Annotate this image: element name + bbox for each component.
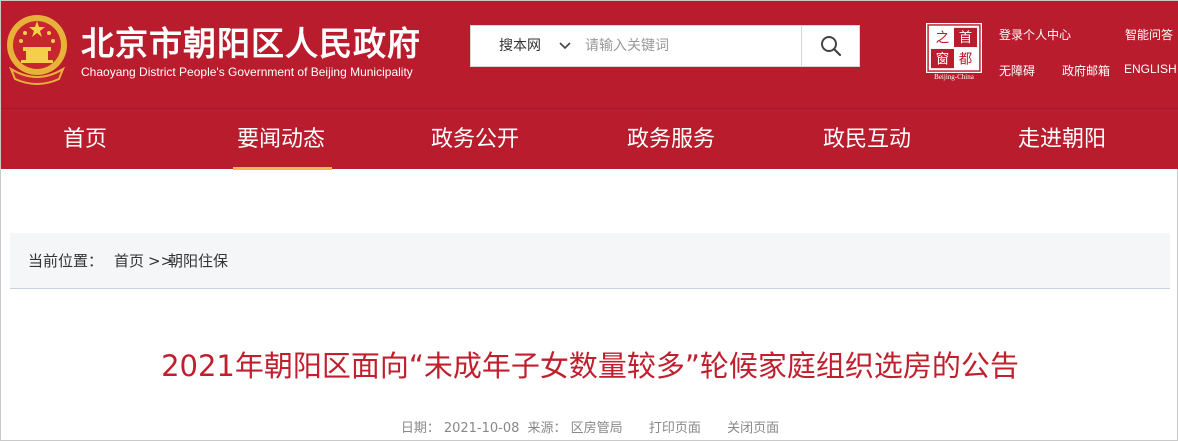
smart-qa-link[interactable]: 智能问答 — [1125, 26, 1173, 43]
main-nav: 首页 要闻动态 政务公开 政务服务 政民互动 走进朝阳 — [1, 108, 1178, 169]
capital-char-4: 窗 — [936, 50, 949, 67]
article-date: 2021-10-08 — [443, 421, 520, 436]
accessibility-link[interactable]: 无障碍 — [999, 62, 1035, 79]
site-subtitle: Chaoyang District People's Government of… — [81, 65, 413, 79]
english-link[interactable]: ENGLISH — [1124, 62, 1177, 76]
search-button[interactable] — [801, 26, 859, 66]
date-label: 日期： — [400, 421, 440, 436]
national-emblem-icon[interactable] — [5, 9, 69, 87]
search-bar: 搜本网 — [470, 25, 860, 67]
capital-char-1: 首 — [959, 30, 972, 46]
breadcrumb-current-link[interactable]: 朝阳住保 — [168, 233, 228, 289]
nav-item-gov-services[interactable]: 政务服务 — [627, 109, 715, 170]
nav-item-interaction[interactable]: 政民互动 — [823, 109, 911, 170]
search-icon — [821, 36, 842, 57]
source-label: 来源： — [527, 421, 567, 436]
nav-item-home[interactable]: 首页 — [63, 109, 107, 170]
site-title[interactable]: 北京市朝阳区人民政府 — [81, 17, 421, 65]
article-meta: 日期： 2021-10-08 来源： 区房管局 打印页面 关闭页面 — [1, 417, 1178, 436]
chevron-down-icon[interactable] — [559, 40, 571, 52]
print-page-link[interactable]: 打印页面 — [649, 421, 701, 436]
capital-window-emblem: 首 都 之 窗 — [926, 23, 982, 73]
breadcrumb-label: 当前位置： — [28, 252, 104, 270]
article-title: 2021年朝阳区面向“未成年子女数量较多”轮候家庭组织选房的公告 — [161, 349, 1019, 383]
nav-active-indicator — [233, 167, 332, 170]
capital-char-2: 都 — [959, 51, 972, 67]
capital-window-logo[interactable]: 首 都 之 窗 Beijing-China — [926, 23, 982, 81]
gov-mail-link[interactable]: 政府邮箱 — [1062, 62, 1110, 79]
nav-item-news[interactable]: 要闻动态 — [237, 109, 325, 170]
close-page-link[interactable]: 关闭页面 — [727, 421, 779, 436]
search-scope-select[interactable]: 搜本网 — [499, 26, 541, 66]
nav-item-gov-affairs[interactable]: 政务公开 — [431, 109, 519, 170]
capital-window-caption: Beijing-China — [934, 73, 974, 81]
login-link[interactable]: 登录个人中心 — [999, 26, 1071, 43]
search-input[interactable] — [585, 27, 799, 65]
capital-char-3: 之 — [936, 30, 949, 46]
site-header: 北京市朝阳区人民政府 Chaoyang District People's Go… — [1, 1, 1178, 108]
breadcrumb-home-link[interactable]: 首页 — [114, 233, 144, 289]
article-source: 区房管局 — [570, 421, 623, 436]
breadcrumb: 当前位置： 首页 >> 朝阳住保 — [10, 233, 1170, 289]
nav-item-about-chaoyang[interactable]: 走进朝阳 — [1018, 109, 1106, 170]
